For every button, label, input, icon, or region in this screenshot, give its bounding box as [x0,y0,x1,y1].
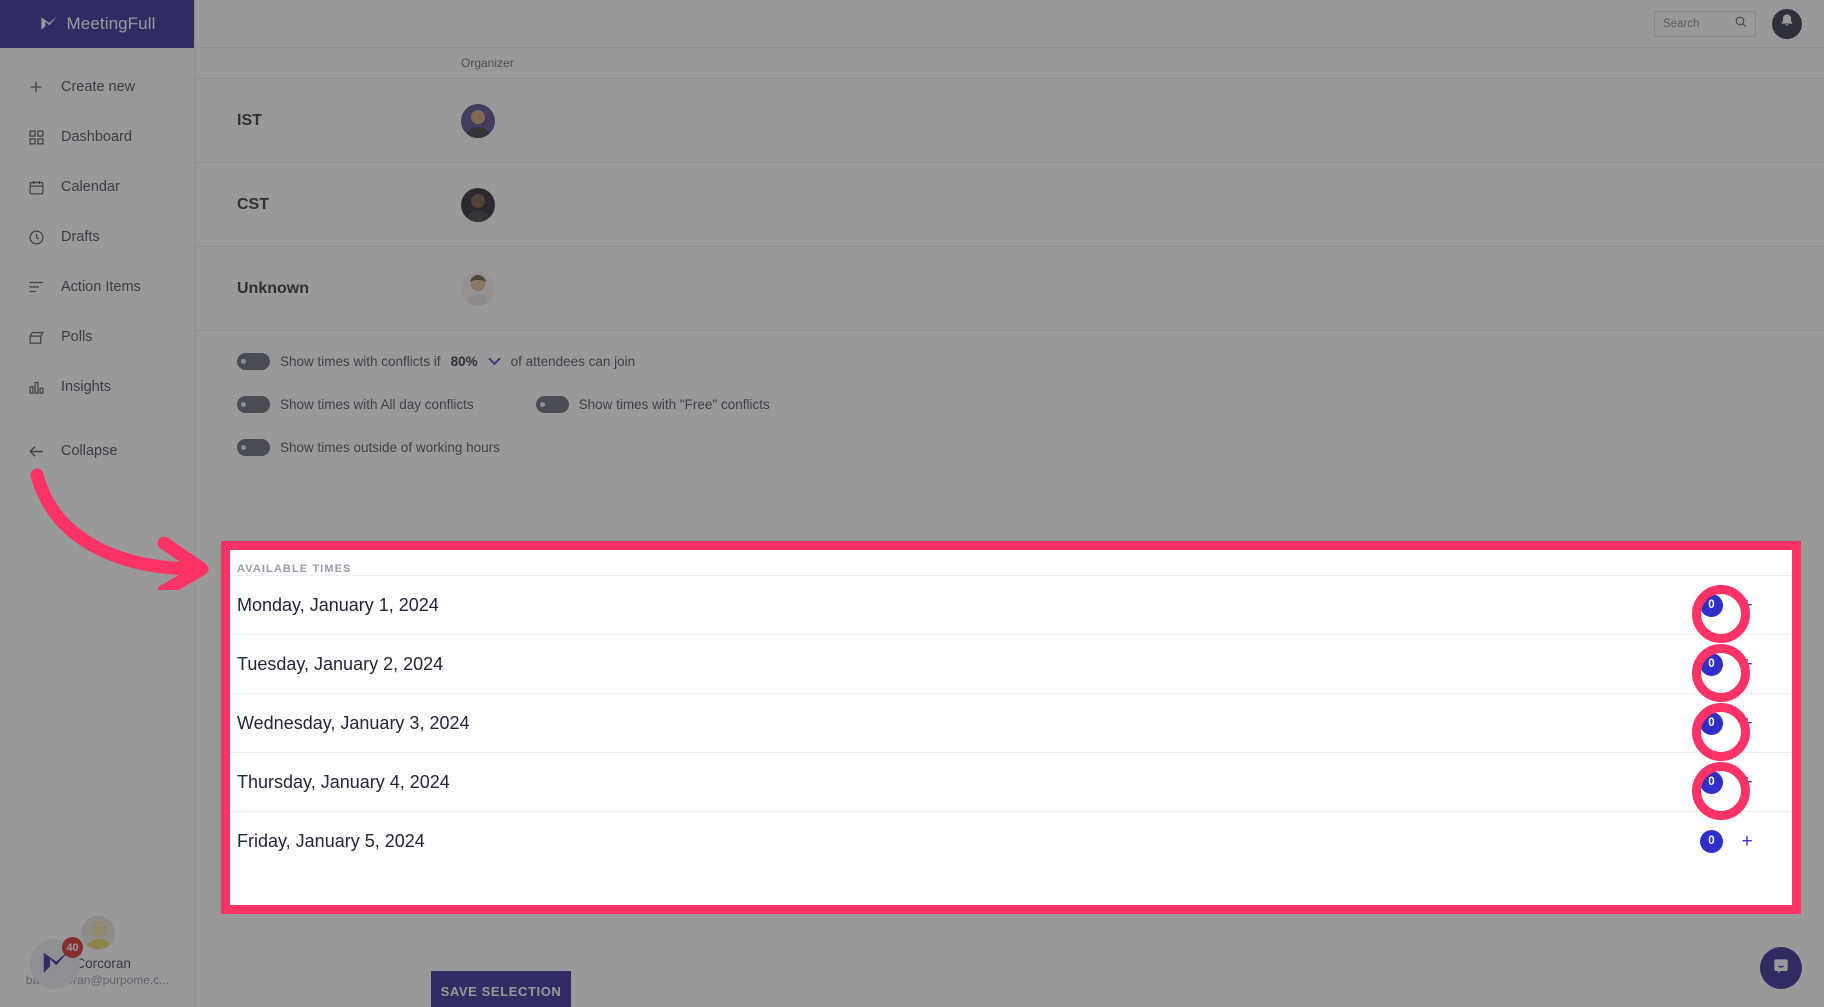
add-slot-button[interactable]: + [1740,773,1754,792]
notifications-button[interactable] [1772,8,1802,39]
sidebar-item-polls[interactable]: Polls [0,312,194,362]
sidebar-item-label: Polls [61,329,93,345]
list-icon [26,277,46,297]
available-date-label: Friday, January 5, 2024 [237,830,425,851]
save-selection-button[interactable]: SAVE SELECTION [431,971,571,1007]
toggle-show-times-with-conflicts[interactable] [237,353,270,370]
sidebar-item-calendar[interactable]: Calendar [0,162,194,212]
timezone-row: IST [195,78,1824,162]
sidebar-item-label: Dashboard [61,129,132,145]
poll-icon [26,327,46,347]
grid-icon [26,127,46,147]
chat-icon [1771,956,1791,981]
search-box[interactable] [1654,10,1756,37]
available-times-row[interactable]: Monday, January 1, 2024 0 + [230,575,1792,634]
slot-count-badge: 0 [1700,652,1723,676]
sidebar-item-dashboard[interactable]: Dashboard [0,112,194,162]
timezone-name: IST [237,111,262,129]
all-day-conflicts-option: Show times with All day conflicts [237,396,474,413]
all-day-conflicts-label: Show times with All day conflicts [280,397,474,412]
sidebar-item-action-items[interactable]: Action Items [0,262,194,312]
slot-count-badge: 0 [1700,829,1723,853]
timezone-table-header: Organizer [195,48,1824,78]
top-bar [195,0,1824,48]
organizer-column-label: Organizer [461,56,514,70]
app-badge-count: 40 [62,937,83,958]
conflicts-prefix-label: Show times with conflicts if [280,354,441,369]
search-input[interactable] [1663,17,1729,30]
toggle-outside-working-hours[interactable] [237,439,270,456]
avatar [80,916,115,950]
chevron-down-icon[interactable] [487,356,501,368]
free-conflicts-option: Show times with "Free" conflicts [535,396,770,413]
meetingfull-logo-icon [39,15,58,34]
toggle-free-conflicts[interactable] [535,396,569,413]
sidebar-item-label: Create new [61,79,136,95]
outside-hours-option-row: Show times outside of working hours [237,439,1824,456]
timezone-row: Unknown [195,246,1824,330]
available-times-panel: AVAILABLE TIMES Monday, January 1, 2024 … [230,550,1792,905]
sidebar-item-label: Insights [61,379,111,395]
available-times-row[interactable]: Wednesday, January 3, 2024 0 + [230,693,1792,752]
timezone-name: CST [237,195,269,213]
avatar [461,103,495,138]
available-row-actions: 0 + [1700,711,1754,735]
conflict-type-options-row: Show times with All day conflicts Show t… [237,396,1824,413]
sidebar-nav: Create new Dashboard Calendar Drafts Act… [0,48,194,476]
sidebar-item-insights[interactable]: Insights [0,362,194,412]
available-date-label: Monday, January 1, 2024 [237,594,439,615]
outside-hours-label: Show times outside of working hours [280,440,500,455]
sidebar-item-label: Action Items [61,279,141,295]
sidebar-item-drafts[interactable]: Drafts [0,212,194,262]
available-row-actions: 0 + [1700,652,1754,676]
timezone-name: Unknown [237,279,309,297]
bar-chart-icon [26,377,46,397]
available-row-actions: 0 + [1700,829,1754,853]
timezone-row: CST [195,162,1824,246]
free-conflicts-label: Show times with "Free" conflicts [578,397,770,412]
search-icon [1734,15,1747,33]
clock-icon [26,227,46,247]
add-slot-button[interactable]: + [1740,596,1754,615]
bell-icon [1779,13,1795,34]
avatar [461,271,495,306]
sidebar-item-label: Collapse [61,443,118,459]
sidebar: MeetingFull Create new Dashboard Calenda… [0,0,195,1007]
sidebar-user-profile[interactable]: a Corcoran barba...oran@purpome.c... [0,916,195,987]
sidebar-item-create-new[interactable]: Create new [0,62,194,112]
avatar [461,187,495,222]
brand-header: MeetingFull [0,0,194,48]
available-date-label: Thursday, January 4, 2024 [237,771,450,792]
plus-icon [26,77,46,97]
options-section: Show times with conflicts if 80% of atte… [195,330,1824,456]
app-badge-button[interactable]: 40 [30,937,83,989]
available-date-label: Tuesday, January 2, 2024 [237,653,444,674]
app-root: MeetingFull Create new Dashboard Calenda… [0,0,1824,1007]
available-date-label: Wednesday, January 3, 2024 [237,712,470,733]
conflicts-option-row: Show times with conflicts if 80% of atte… [237,353,1824,370]
add-slot-button[interactable]: + [1740,714,1754,733]
chat-widget-button[interactable] [1760,947,1802,989]
add-slot-button[interactable]: + [1740,655,1754,674]
sidebar-item-label: Calendar [61,179,120,195]
available-times-row[interactable]: Friday, January 5, 2024 0 + [230,811,1792,870]
nav-divider [0,412,194,426]
slot-count-badge: 0 [1700,593,1723,617]
sidebar-item-collapse[interactable]: Collapse [0,426,194,476]
calendar-icon [26,177,46,197]
arrow-left-icon [26,441,46,461]
available-row-actions: 0 + [1700,593,1754,617]
available-times-row[interactable]: Tuesday, January 2, 2024 0 + [230,634,1792,693]
sidebar-item-label: Drafts [61,229,100,245]
slot-count-badge: 0 [1700,770,1723,794]
available-row-actions: 0 + [1700,770,1754,794]
available-times-row[interactable]: Thursday, January 4, 2024 0 + [230,752,1792,811]
slot-count-badge: 0 [1700,711,1723,735]
conflicts-suffix-label: of attendees can join [510,354,636,369]
add-slot-button[interactable]: + [1740,832,1754,851]
available-times-section-title: AVAILABLE TIMES [237,563,352,575]
toggle-all-day-conflicts[interactable] [237,396,270,413]
brand-name: MeetingFull [66,14,156,33]
conflicts-percent-value[interactable]: 80% [451,354,478,369]
